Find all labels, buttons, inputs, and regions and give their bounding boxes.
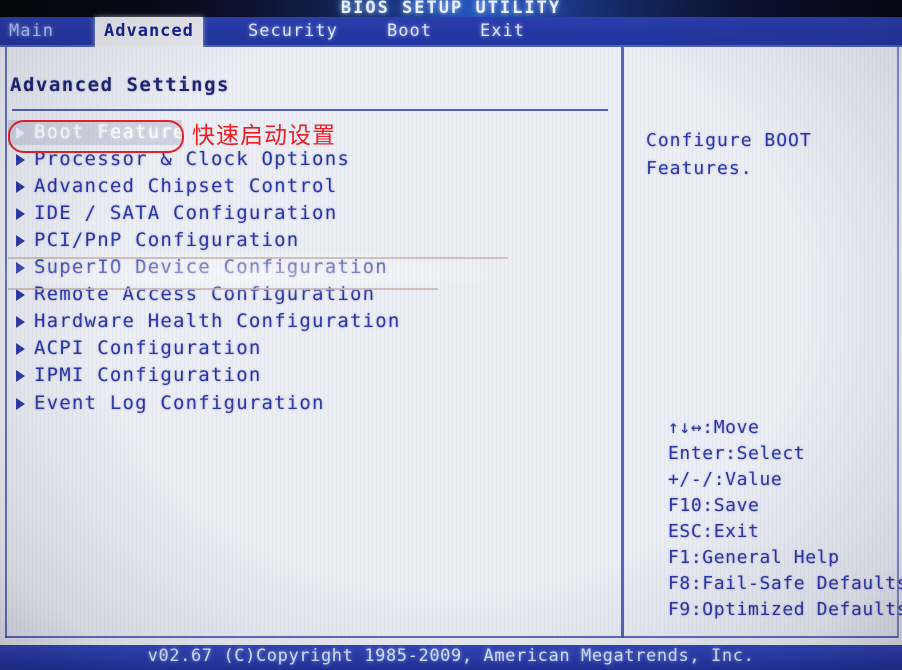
list-item-label: PCI/PnP Configuration xyxy=(34,229,300,251)
list-item-label: Advanced Chipset Control xyxy=(34,175,338,197)
list-item-ide-sata-configuration[interactable]: IDE / SATA Configuration xyxy=(0,200,615,227)
tab-exit[interactable]: Exit xyxy=(471,17,534,47)
panel-divider xyxy=(621,47,624,638)
advanced-settings-list: Boot Feature Processor & Clock Options A… xyxy=(0,119,615,417)
triangle-right-icon xyxy=(16,289,25,301)
bios-setup-screen: BIOS SETUP UTILITY Main Advanced Securit… xyxy=(0,0,902,670)
tab-boot[interactable]: Boot xyxy=(378,17,441,47)
frame-border-bottom xyxy=(5,636,898,638)
triangle-right-icon xyxy=(16,262,25,274)
list-item-ipmi-configuration[interactable]: IPMI Configuration xyxy=(0,362,615,389)
key-legend-f8-failsafe: F8:Fail-Safe Defaults xyxy=(668,573,902,594)
list-item-label: IDE / SATA Configuration xyxy=(34,202,338,224)
triangle-right-icon xyxy=(16,398,25,410)
list-item-label: Hardware Health Configuration xyxy=(34,310,401,332)
page-title: BIOS SETUP UTILITY xyxy=(340,0,562,17)
help-line-2: Features. xyxy=(646,158,753,179)
list-item-remote-access-configuration[interactable]: Remote Access Configuration xyxy=(0,281,615,308)
key-legend-value: +/-/:Value xyxy=(668,469,783,490)
list-item-pci-pnp-configuration[interactable]: PCI/PnP Configuration xyxy=(0,227,615,254)
list-item-label: SuperIO Device Configuration xyxy=(34,256,388,278)
key-legend-enter-select: Enter:Select xyxy=(668,443,806,464)
list-item-label: Remote Access Configuration xyxy=(34,283,376,305)
tab-security[interactable]: Security xyxy=(239,17,347,47)
triangle-right-icon xyxy=(16,127,25,139)
triangle-right-icon xyxy=(16,343,25,355)
key-legend-esc-exit: ESC:Exit xyxy=(668,521,760,542)
list-item-processor-clock-options[interactable]: Processor & Clock Options xyxy=(0,146,615,173)
annotation-chinese-note: 快速启动设置 xyxy=(192,123,336,149)
tab-main[interactable]: Main xyxy=(0,17,63,47)
footer-bar: v02.67 (C)Copyright 1985-2009, American … xyxy=(0,645,902,670)
key-legend-f1-general-help: F1:General Help xyxy=(668,547,840,568)
list-item-superio-device-configuration[interactable]: SuperIO Device Configuration xyxy=(0,254,615,281)
main-menu-bar: Main Advanced Security Boot Exit xyxy=(0,17,902,47)
title-bar: BIOS SETUP UTILITY xyxy=(0,0,902,17)
key-legend: ↑↓↔:Move Enter:Select +/-/:Value F10:Sav… xyxy=(668,415,902,623)
panel-heading: Advanced Settings xyxy=(10,74,230,96)
triangle-right-icon xyxy=(16,235,25,247)
tab-advanced[interactable]: Advanced xyxy=(95,17,203,47)
list-item-label: IPMI Configuration xyxy=(34,364,262,386)
list-item-label: Event Log Configuration xyxy=(34,392,325,414)
list-item-acpi-configuration[interactable]: ACPI Configuration xyxy=(0,335,615,362)
list-item-label: ACPI Configuration xyxy=(34,337,262,359)
heading-separator xyxy=(12,109,608,111)
triangle-right-icon xyxy=(16,316,25,328)
list-item-hardware-health-configuration[interactable]: Hardware Health Configuration xyxy=(0,308,615,335)
help-panel: Configure BOOT Features. xyxy=(646,127,891,183)
key-legend-move: ↑↓↔:Move xyxy=(668,417,760,438)
help-line-1: Configure BOOT xyxy=(646,130,812,151)
key-legend-f10-save: F10:Save xyxy=(668,495,760,516)
triangle-right-icon xyxy=(16,208,25,220)
copyright-text: v02.67 (C)Copyright 1985-2009, American … xyxy=(147,646,755,666)
body-frame: Advanced Settings Boot Feature Processor… xyxy=(0,47,902,643)
list-item-label: Boot Feature xyxy=(34,121,186,143)
triangle-right-icon xyxy=(16,370,25,382)
triangle-right-icon xyxy=(16,154,25,166)
list-item-event-log-configuration[interactable]: Event Log Configuration xyxy=(0,390,615,417)
triangle-right-icon xyxy=(16,181,25,193)
key-legend-f9-optimized: F9:Optimized Defaults xyxy=(668,599,902,620)
list-item-advanced-chipset-control[interactable]: Advanced Chipset Control xyxy=(0,173,615,200)
